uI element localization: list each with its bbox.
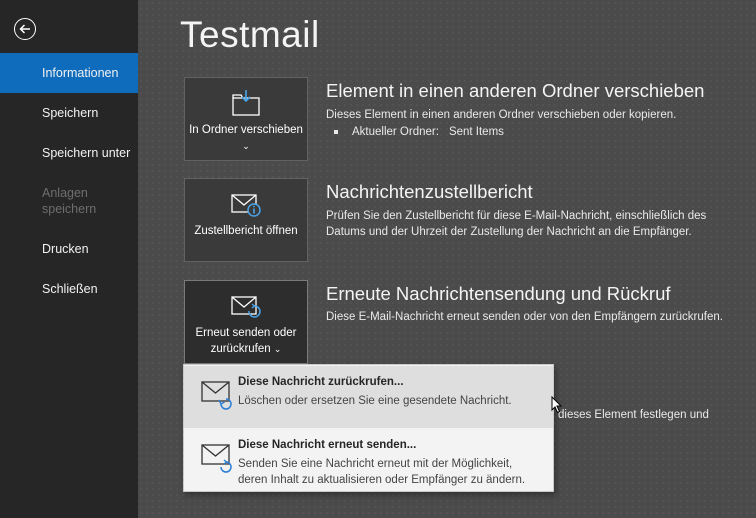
delivery-section-desc: Prüfen Sie den Zustellbericht für diese … — [326, 210, 707, 238]
resend-message-title: Diese Nachricht erneut senden... — [238, 439, 417, 451]
current-folder-label: Aktueller Ordner: — [352, 126, 439, 138]
covered-section-desc: dieses Element festlegen und — [558, 409, 709, 421]
open-delivery-report-button[interactable]: Zustellbericht öffnen — [184, 178, 308, 262]
backstage-sidebar: Informationen Speichern Speichern unter … — [0, 0, 138, 518]
resend-message-desc: Senden Sie eine Nachricht erneut mit der… — [238, 458, 526, 486]
chevron-down-icon: ⌄ — [242, 141, 250, 151]
back-button[interactable] — [14, 18, 36, 40]
recall-message-title: Diese Nachricht zurückrufen... — [238, 376, 404, 388]
envelope-resend-icon — [231, 296, 261, 318]
nav-speichern-unter[interactable]: Speichern unter — [0, 133, 138, 173]
bullet-icon — [334, 130, 338, 134]
move-section-title: Element in einen anderen Ordner verschie… — [326, 80, 705, 101]
delivery-section-title: Nachrichtenzustellbericht — [326, 181, 533, 202]
recall-message-desc: Löschen oder ersetzen Sie eine gesendete… — [238, 395, 512, 407]
envelope-recall-icon — [201, 381, 232, 410]
nav-speichern[interactable]: Speichern — [0, 93, 138, 133]
page-title: Testmail — [180, 14, 320, 55]
arrow-left-icon — [19, 24, 30, 34]
menu-item-resend-message[interactable]: Diese Nachricht erneut senden... Senden … — [184, 429, 553, 491]
resend-or-recall-button[interactable]: Erneut senden oder zurückrufen ⌄ — [184, 280, 308, 364]
mouse-pointer-icon — [551, 396, 563, 414]
resend-recall-menu: Diese Nachricht zurückrufen... Löschen o… — [183, 364, 554, 492]
move-section-desc: Dieses Element in einen anderen Ordner v… — [326, 109, 677, 121]
move-to-folder-button[interactable]: In Ordner verschieben ⌄ — [184, 77, 308, 161]
nav-anlagen-speichern: Anlagen speichern — [42, 186, 97, 216]
current-folder-value: Sent Items — [448, 126, 504, 138]
chevron-down-icon: ⌄ — [273, 344, 282, 354]
current-folder: Aktueller Ordner: Sent Items — [334, 126, 504, 138]
delivery-report-label: Zustellbericht öffnen — [194, 225, 298, 237]
move-to-folder-label: In Ordner verschieben — [189, 124, 303, 136]
nav-drucken[interactable]: Drucken — [0, 229, 138, 269]
resend-section-desc: Diese E-Mail-Nachricht erneut senden ode… — [326, 311, 723, 323]
folder-move-icon — [232, 90, 260, 116]
nav-schliessen[interactable]: Schließen — [0, 269, 138, 309]
envelope-info-icon — [231, 194, 261, 217]
resend-section-title: Erneute Nachrichtensendung und Rückruf — [326, 283, 671, 304]
envelope-resend-icon — [201, 444, 232, 473]
menu-item-recall-message[interactable]: Diese Nachricht zurückrufen... Löschen o… — [184, 366, 553, 428]
nav-informationen[interactable]: Informationen — [0, 53, 138, 93]
